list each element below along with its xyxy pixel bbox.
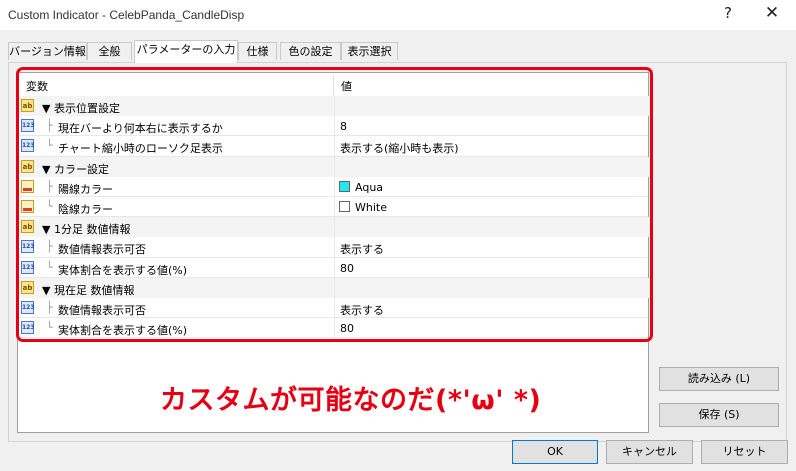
tab-general[interactable]: 全般 (87, 42, 132, 60)
number-param-icon: 123 (21, 119, 35, 133)
tree-end-icon: └ (46, 199, 53, 213)
column-header-value[interactable]: 値 (341, 78, 352, 94)
column-divider[interactable] (333, 75, 334, 95)
param-value[interactable]: Aqua (355, 181, 383, 194)
reset-button[interactable]: リセット (701, 440, 788, 464)
tab-specs[interactable]: 仕様 (238, 42, 277, 60)
tree-end-icon: └ (46, 260, 53, 274)
param-name: 実体割合を表示する値(%) (58, 324, 188, 338)
close-icon[interactable]: ✕ (762, 3, 782, 23)
annotation-text: カスタムが可能なのだ(*'ω' *) (160, 385, 542, 416)
param-value[interactable]: 表示する (340, 241, 384, 257)
table-row[interactable]: 123 ├ 数値情報表示可否 表示する (18, 297, 648, 319)
tab-display-select[interactable]: 表示選択 (341, 42, 398, 60)
list-header: 変数 値 (18, 75, 648, 95)
table-row[interactable]: 123 ├ 現在バーより何本右に表示するか 8 (18, 116, 648, 137)
cancel-button[interactable]: キャンセル (606, 440, 693, 464)
title-bar: Custom Indicator - CelebPanda_CandleDisp… (0, 0, 796, 30)
table-row[interactable]: └ 陰線カラー White (18, 196, 648, 218)
tree-branch-icon: ├ (46, 240, 53, 254)
param-value[interactable]: 80 (340, 262, 354, 275)
table-row[interactable]: ab ▼ 現在足 数値情報 (18, 277, 649, 298)
param-name: 実体割合を表示する値(%) (58, 263, 188, 277)
param-value[interactable]: White (355, 201, 387, 214)
table-row[interactable]: 123 └ 実体割合を表示する値(%) 80 (18, 318, 648, 339)
help-icon[interactable]: ? (718, 4, 738, 24)
color-swatch[interactable] (339, 200, 350, 212)
param-name: 数値情報表示可否 (58, 243, 146, 257)
tree-end-icon: └ (46, 139, 53, 153)
number-param-icon: 123 (21, 321, 35, 335)
param-name: ▼ 現在足 数値情報 (42, 283, 135, 297)
parameter-rows: ab ▼ 表示位置設定 123 ├ 現在バーより何本右に表示するか 8 123 └ チャー… (18, 96, 649, 339)
color-swatch[interactable] (339, 180, 350, 192)
param-name: ▼ カラー設定 (42, 162, 109, 176)
ok-button[interactable]: OK (512, 440, 598, 464)
param-name: ▼ 1分足 数値情報 (42, 223, 131, 237)
tree-branch-icon: ├ (46, 179, 53, 193)
tab-colors[interactable]: 色の設定 (280, 42, 341, 60)
table-row[interactable]: 123 ├ 数値情報表示可否 表示する (18, 237, 648, 258)
param-name: 陰線カラー (58, 202, 113, 216)
table-row[interactable]: ├ 陽線カラー Aqua (18, 176, 648, 197)
number-param-icon: 123 (21, 260, 35, 274)
table-row[interactable]: ab ▼ 1分足 数値情報 (18, 217, 649, 238)
window-title: Custom Indicator - CelebPanda_CandleDisp (8, 8, 245, 22)
tree-branch-icon: ├ (46, 300, 53, 314)
table-row[interactable]: 123 └ 実体割合を表示する値(%) 80 (18, 257, 648, 278)
param-name: チャート縮小時のローソク足表示 (58, 142, 223, 156)
string-param-icon: ab (21, 220, 34, 234)
save-button[interactable]: 保存 (S) (659, 403, 779, 427)
param-value[interactable]: 8 (340, 120, 347, 133)
param-name: 陽線カラー (58, 182, 113, 196)
string-param-icon: ab (21, 99, 34, 112)
number-param-icon: 123 (21, 240, 35, 254)
number-param-icon: 123 (21, 300, 35, 314)
tree-branch-icon: ├ (46, 119, 53, 133)
number-param-icon: 123 (21, 139, 35, 153)
param-name: ▼ 表示位置設定 (42, 102, 120, 115)
string-param-icon: ab (21, 280, 34, 294)
table-row[interactable]: 123 └ チャート縮小時のローソク足表示 表示する(縮小時も表示) (18, 136, 648, 157)
table-row[interactable]: ab ▼ 表示位置設定 (18, 96, 649, 117)
load-button[interactable]: 読み込み (L) (659, 367, 779, 391)
string-param-icon: ab (21, 159, 34, 173)
color-param-icon (21, 199, 34, 213)
tab-version-info[interactable]: バージョン情報 (8, 42, 87, 60)
column-header-variable[interactable]: 変数 (26, 78, 48, 94)
param-value[interactable]: 表示する (340, 302, 384, 318)
param-name: 現在バーより何本右に表示するか (58, 122, 223, 136)
color-param-icon (21, 179, 34, 193)
tab-parameters[interactable]: パラメーターの入力 (134, 40, 238, 63)
param-name: 数値情報表示可否 (58, 303, 146, 317)
param-value[interactable]: 表示する(縮小時も表示) (340, 140, 459, 156)
table-row[interactable]: ab ▼ カラー設定 (18, 156, 649, 177)
tree-end-icon: └ (46, 321, 53, 335)
param-value[interactable]: 80 (340, 322, 354, 335)
